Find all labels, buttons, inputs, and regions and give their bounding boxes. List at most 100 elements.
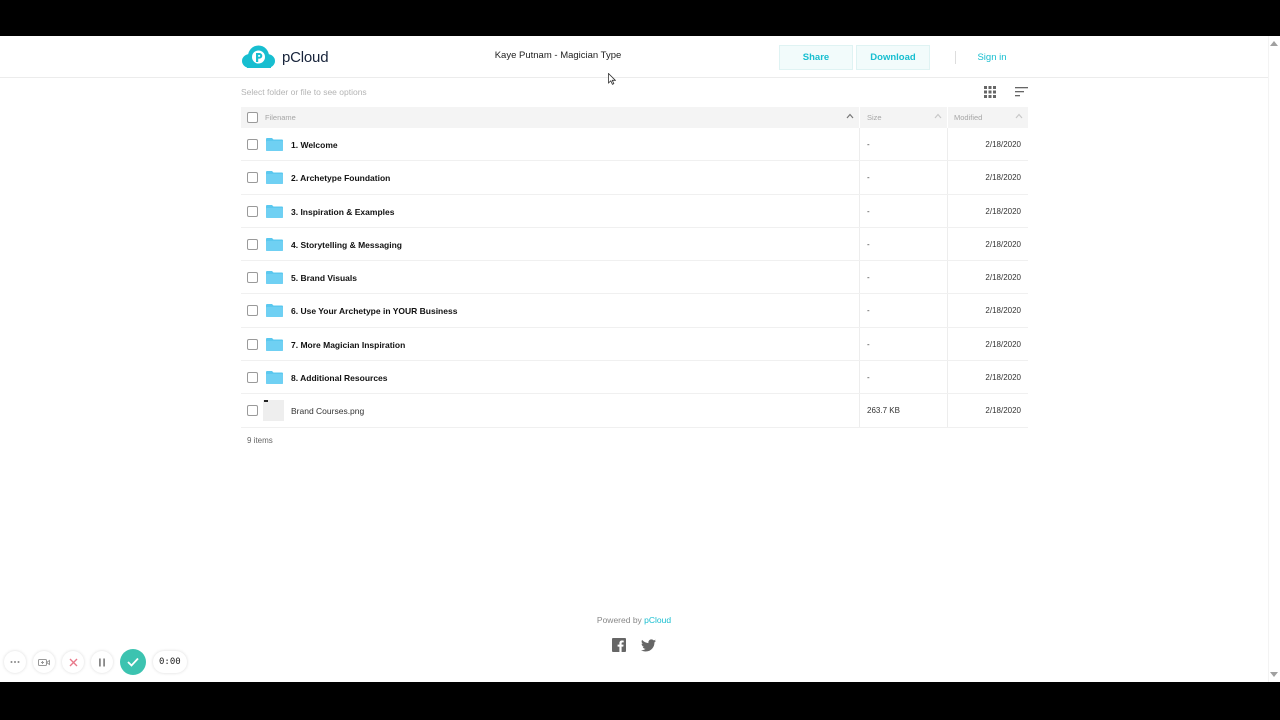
recording-timer: 0:00 [153, 651, 187, 673]
item-modified: 2/18/2020 [985, 339, 1021, 349]
sign-in-link[interactable]: Sign in [967, 52, 1017, 63]
item-size: - [867, 373, 870, 383]
folder-icon [266, 237, 283, 251]
sort-icon[interactable] [1015, 87, 1028, 97]
item-modified: 2/18/2020 [985, 239, 1021, 249]
header: pCloud Kaye Putnam - Magician Type Share… [0, 36, 1268, 78]
item-size: - [867, 239, 870, 249]
scroll-down-icon[interactable] [1270, 672, 1278, 678]
row-checkbox[interactable] [247, 139, 258, 150]
column-divider [947, 294, 948, 327]
folder-icon [266, 371, 283, 385]
row-checkbox[interactable] [247, 405, 258, 417]
item-name[interactable]: 8. Additional Resources [291, 373, 388, 383]
finish-recording-icon[interactable] [120, 649, 146, 675]
column-divider [947, 361, 948, 394]
item-size: - [867, 206, 870, 216]
row-checkbox[interactable] [247, 338, 258, 350]
twitter-icon[interactable] [641, 639, 656, 652]
sort-asc-icon[interactable] [934, 112, 942, 120]
item-modified: 2/18/2020 [985, 273, 1021, 283]
column-divider [859, 261, 860, 294]
column-divider [859, 294, 860, 327]
table-row[interactable]: Brand Courses.png 263.7 KB 2/18/2020 [241, 394, 1028, 428]
row-checkbox[interactable] [247, 172, 258, 184]
item-size: - [867, 339, 870, 349]
column-divider [859, 361, 860, 394]
column-size[interactable]: Size [867, 113, 882, 122]
webcam-icon[interactable] [33, 651, 55, 673]
item-modified: 2/18/2020 [985, 140, 1021, 149]
item-name[interactable]: 2. Archetype Foundation [291, 173, 390, 183]
row-checkbox[interactable] [247, 372, 258, 384]
folder-icon [266, 171, 283, 185]
column-divider [859, 194, 860, 227]
row-checkbox[interactable] [247, 205, 258, 217]
row-checkbox[interactable] [247, 305, 258, 317]
pcloud-link[interactable]: pCloud [644, 615, 671, 625]
folder-icon [266, 337, 283, 351]
powered-by: Powered by pCloud [540, 615, 728, 625]
pcloud-logo[interactable]: pCloud [241, 45, 329, 69]
screen-recorder-widget: 0:00 [4, 648, 187, 676]
table-row[interactable]: 5. Brand Visuals - 2/18/2020 [241, 261, 1028, 295]
item-name[interactable]: 6. Use Your Archetype in YOUR Business [291, 306, 457, 316]
column-filename[interactable]: Filename [265, 113, 296, 122]
item-size: - [867, 306, 870, 316]
column-modified[interactable]: Modified [954, 113, 982, 122]
share-button[interactable]: Share [779, 45, 853, 70]
sort-asc-icon[interactable] [1015, 112, 1023, 120]
table-header: Filename Size Modified [241, 107, 1028, 128]
item-modified: 2/18/2020 [985, 406, 1021, 416]
item-modified: 2/18/2020 [985, 206, 1021, 216]
table-row[interactable]: 7. More Magician Inspiration - 2/18/2020 [241, 327, 1028, 362]
scrollbar[interactable] [1268, 36, 1280, 682]
sort-asc-icon[interactable] [846, 112, 854, 120]
table-row[interactable]: 8. Additional Resources - 2/18/2020 [241, 361, 1028, 395]
table-row[interactable]: 3. Inspiration & Examples - 2/18/2020 [241, 194, 1028, 228]
folder-icon [266, 271, 283, 285]
scroll-up-icon[interactable] [1270, 40, 1278, 46]
powered-by-text: Powered by [596, 615, 645, 625]
row-checkbox[interactable] [247, 238, 258, 250]
item-name[interactable]: 3. Inspiration & Examples [291, 207, 394, 217]
page: pCloud Kaye Putnam - Magician Type Share… [0, 36, 1280, 682]
grid-view-icon[interactable] [984, 86, 996, 98]
column-divider [947, 227, 948, 261]
page-title: Kaye Putnam - Magician Type [494, 50, 622, 61]
item-size: - [867, 140, 870, 149]
table-row[interactable]: 4. Storytelling & Messaging - 2/18/2020 [241, 227, 1028, 262]
cancel-recording-icon[interactable] [62, 651, 84, 673]
item-name[interactable]: 7. More Magician Inspiration [291, 340, 405, 350]
brand-name: pCloud [282, 48, 329, 66]
item-name[interactable]: 4. Storytelling & Messaging [291, 240, 402, 250]
table-row[interactable]: 6. Use Your Archetype in YOUR Business -… [241, 294, 1028, 328]
file-table: Filename Size Modified 1. Welcome - 2/18… [241, 107, 1028, 428]
item-name[interactable]: 5. Brand Visuals [291, 273, 357, 283]
column-divider [859, 161, 860, 194]
column-divider [947, 107, 948, 128]
column-divider [947, 327, 948, 361]
item-modified: 2/18/2020 [985, 173, 1021, 183]
facebook-icon[interactable] [612, 638, 626, 652]
item-size: - [867, 173, 870, 183]
column-divider [859, 107, 860, 128]
select-all-checkbox[interactable] [247, 112, 258, 123]
column-divider [947, 194, 948, 227]
more-options-icon[interactable] [4, 651, 26, 673]
column-divider [859, 394, 860, 427]
column-divider [947, 394, 948, 427]
item-name[interactable]: 1. Welcome [291, 140, 338, 150]
row-checkbox[interactable] [247, 272, 258, 284]
download-button[interactable]: Download [856, 45, 930, 70]
column-divider [947, 128, 948, 161]
item-size: - [867, 273, 870, 283]
item-name[interactable]: Brand Courses.png [291, 406, 364, 416]
pause-icon[interactable] [91, 651, 113, 673]
item-modified: 2/18/2020 [985, 306, 1021, 316]
selection-hint: Select folder or file to see options [241, 87, 367, 97]
folder-icon [266, 204, 283, 218]
table-row[interactable]: 1. Welcome - 2/18/2020 [241, 128, 1028, 162]
column-divider [859, 227, 860, 261]
table-row[interactable]: 2. Archetype Foundation - 2/18/2020 [241, 161, 1028, 195]
